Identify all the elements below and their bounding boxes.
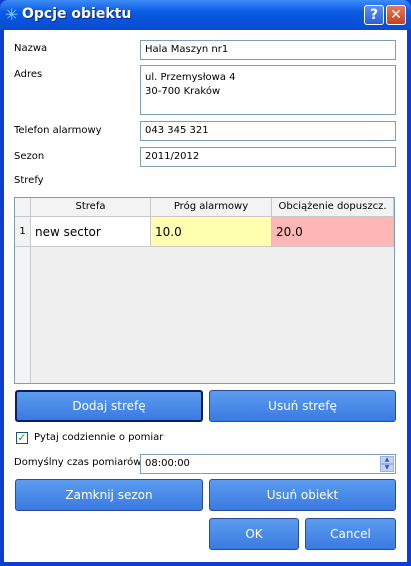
- title-bar[interactable]: ✳ Opcje obiektu ? ✕: [0, 0, 411, 30]
- remove-zone-button[interactable]: Usuń strefę: [209, 390, 396, 422]
- season-value: 2011/2012: [145, 151, 200, 162]
- dialog-body: Nazwa Hala Maszyn nr1 Adres ul. Przemysł…: [4, 30, 407, 562]
- season-label: Sezon: [14, 151, 45, 162]
- spin-up-icon[interactable]: ▲: [380, 456, 394, 464]
- name-field[interactable]: Hala Maszyn nr1: [140, 40, 396, 60]
- help-button[interactable]: ?: [364, 5, 384, 25]
- name-label: Nazwa: [14, 43, 48, 54]
- ask-daily-checkbox[interactable]: ✓: [16, 432, 28, 444]
- address-label: Adres: [14, 69, 43, 80]
- cell-obciazenie[interactable]: 20.0: [272, 217, 394, 247]
- default-time-spinner[interactable]: 08:00:00 ▲ ▼: [140, 454, 396, 474]
- cell-strefa[interactable]: new sector: [31, 217, 151, 247]
- season-field[interactable]: 2011/2012: [140, 147, 396, 167]
- phone-field[interactable]: 043 345 321: [140, 121, 396, 141]
- cancel-button[interactable]: Cancel: [305, 518, 396, 550]
- dialog-window: ✳ Opcje obiektu ? ✕ Nazwa Hala Maszyn nr…: [0, 0, 411, 566]
- address-line-2: 30-700 Kraków: [145, 86, 221, 97]
- row-number[interactable]: 1: [15, 217, 31, 247]
- ok-button[interactable]: OK: [209, 518, 299, 550]
- window-title: Opcje obiektu: [22, 6, 132, 22]
- phone-label: Telefon alarmowy: [14, 125, 102, 136]
- name-value: Hala Maszyn nr1: [145, 44, 229, 55]
- phone-value: 043 345 321: [145, 125, 209, 136]
- add-zone-button[interactable]: Dodaj strefę: [15, 390, 203, 422]
- grid-corner: [15, 198, 31, 217]
- app-icon: ✳: [5, 5, 19, 24]
- spinner-arrows: ▲ ▼: [380, 456, 394, 472]
- default-time-value: 08:00:00: [145, 458, 190, 469]
- address-line-1: ul. Przemysłowa 4: [145, 72, 236, 83]
- column-header-prog[interactable]: Próg alarmowy: [151, 198, 272, 217]
- spin-down-icon[interactable]: ▼: [380, 464, 394, 472]
- zones-label: Strefy: [14, 175, 44, 186]
- row-header-column: [15, 247, 31, 383]
- default-time-label: Domyślny czas pomiarów: [14, 457, 142, 468]
- ask-daily-label: Pytaj codziennie o pomiar: [34, 432, 164, 443]
- address-field[interactable]: ul. Przemysłowa 4 30-700 Kraków: [140, 65, 396, 115]
- column-header-strefa[interactable]: Strefa: [31, 198, 151, 217]
- remove-object-button[interactable]: Usuń obiekt: [209, 479, 396, 511]
- column-header-obciazenie[interactable]: Obciążenie dopuszcz.: [272, 198, 394, 217]
- close-season-button[interactable]: Zamknij sezon: [15, 479, 203, 511]
- zones-grid[interactable]: Strefa Próg alarmowy Obciążenie dopuszcz…: [14, 197, 395, 384]
- cell-prog-alarmowy[interactable]: 10.0: [151, 217, 272, 247]
- close-button[interactable]: ✕: [386, 5, 406, 25]
